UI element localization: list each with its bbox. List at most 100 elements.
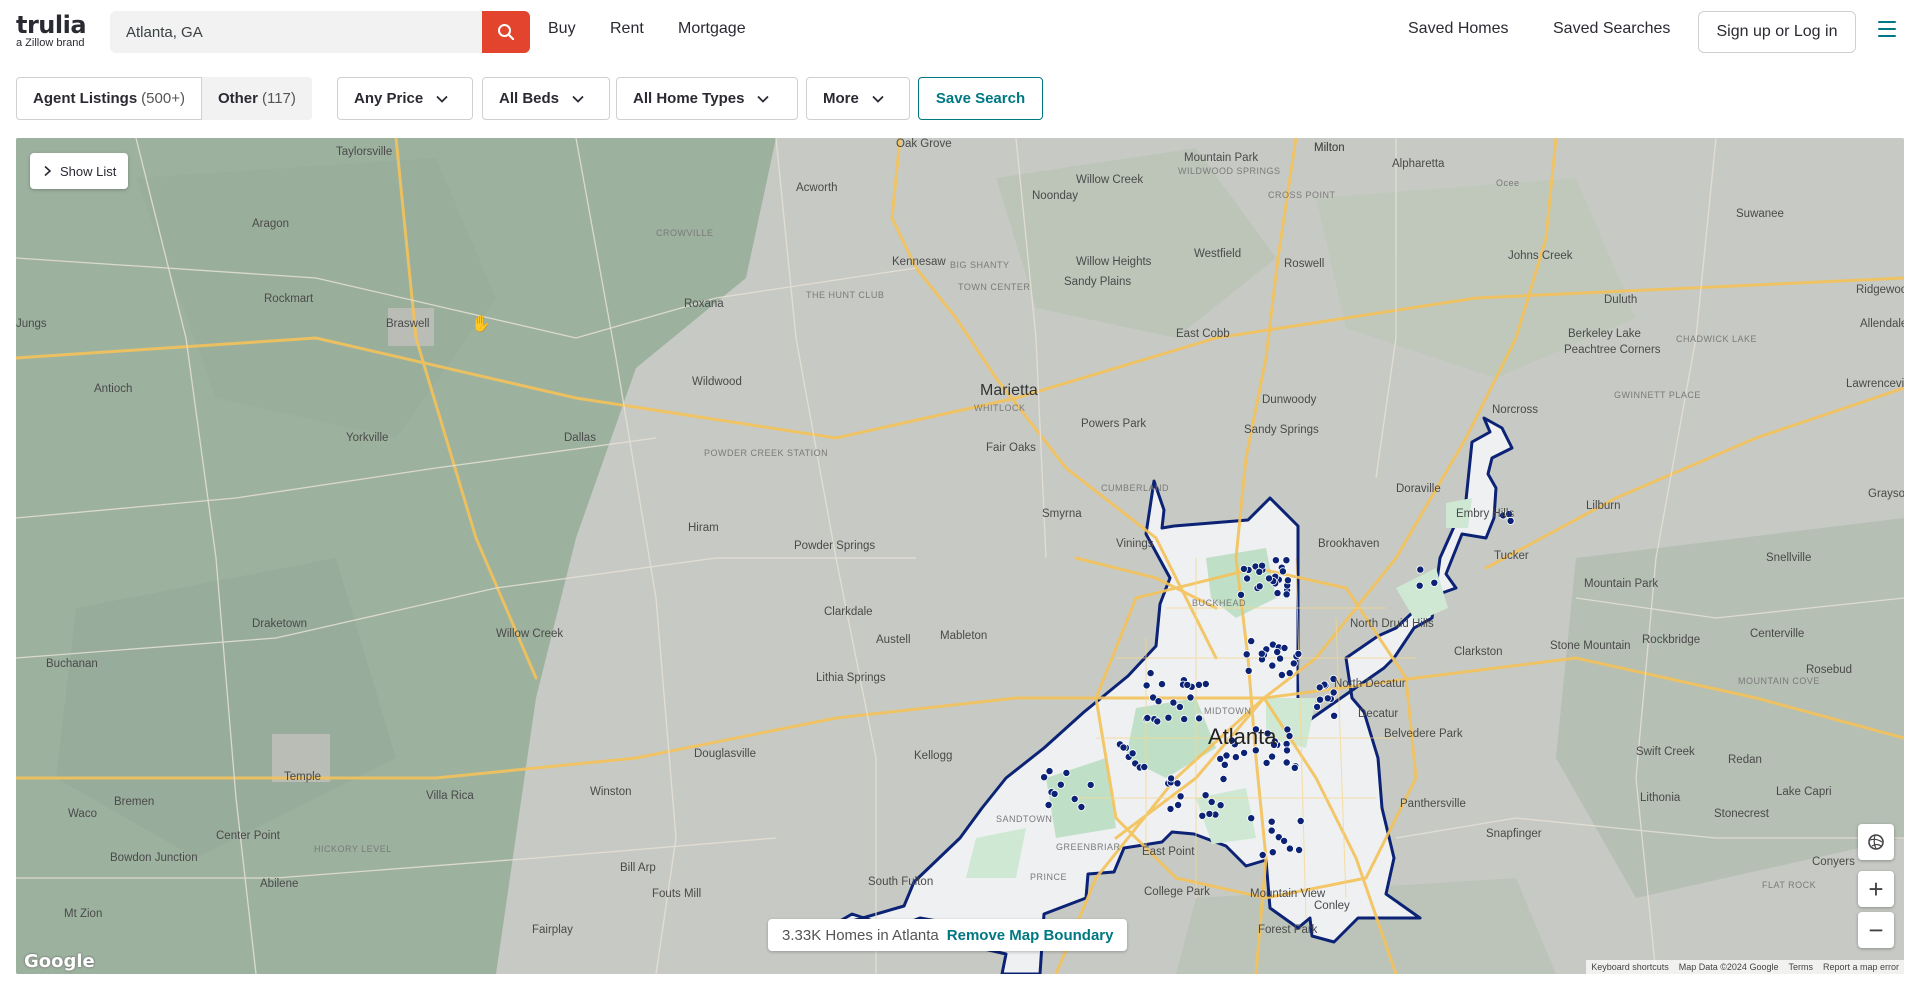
listing-pin[interactable]	[1276, 654, 1285, 663]
search-button[interactable]	[482, 11, 530, 53]
listing-pin[interactable]	[1247, 637, 1256, 646]
listing-pin[interactable]	[1282, 556, 1291, 565]
listing-pin[interactable]	[1268, 752, 1277, 761]
listing-pin[interactable]	[1282, 758, 1291, 767]
listing-pin[interactable]	[1201, 791, 1210, 800]
listing-pin[interactable]	[1194, 680, 1203, 689]
report-map-error-link[interactable]: Report a map error	[1818, 960, 1904, 974]
listing-pin[interactable]	[1244, 666, 1253, 675]
listing-pin[interactable]	[1219, 775, 1228, 784]
listing-pin[interactable]	[1282, 739, 1291, 748]
nav-buy[interactable]: Buy	[548, 20, 576, 38]
listing-pin[interactable]	[1267, 817, 1276, 826]
map-layers-button[interactable]	[1858, 824, 1894, 860]
listing-pin[interactable]	[1273, 589, 1282, 598]
hamburger-menu-icon[interactable]	[1878, 21, 1896, 43]
listing-pin[interactable]	[1153, 717, 1162, 726]
listing-pin[interactable]	[1154, 697, 1163, 706]
listing-pin[interactable]	[1416, 565, 1425, 574]
listing-pin[interactable]	[1255, 582, 1264, 591]
save-search-button[interactable]: Save Search	[918, 77, 1043, 120]
listing-pin[interactable]	[1258, 851, 1267, 860]
listing-pin[interactable]	[1240, 748, 1249, 757]
listing-pin[interactable]	[1220, 760, 1229, 769]
listing-pin[interactable]	[1176, 792, 1185, 801]
home-types-dropdown[interactable]: All Home Types	[616, 77, 798, 120]
listing-pin[interactable]	[1295, 846, 1304, 855]
listing-pin[interactable]	[1255, 567, 1264, 576]
listing-pin[interactable]	[1044, 801, 1053, 810]
listing-pin[interactable]	[1062, 768, 1071, 777]
listing-pin[interactable]	[1180, 715, 1189, 724]
listing-pin[interactable]	[1207, 798, 1216, 807]
listing-pin[interactable]	[1315, 683, 1324, 692]
listing-pin[interactable]	[1283, 725, 1292, 734]
listing-pin[interactable]	[1195, 714, 1204, 723]
listing-pin[interactable]	[1285, 669, 1294, 678]
listing-pin[interactable]	[1257, 649, 1266, 658]
trulia-logo[interactable]: trulia a Zillow brand	[16, 13, 96, 50]
listing-pin[interactable]	[1183, 680, 1192, 689]
listing-pin[interactable]	[1243, 574, 1252, 583]
listing-pin[interactable]	[1158, 680, 1167, 689]
listing-pin[interactable]	[1294, 649, 1303, 658]
listing-pin[interactable]	[1271, 556, 1280, 565]
listing-pin[interactable]	[1280, 836, 1289, 845]
listing-pin[interactable]	[1040, 773, 1049, 782]
listing-pin[interactable]	[1285, 844, 1294, 853]
saved-searches-link[interactable]: Saved Searches	[1553, 20, 1670, 38]
listing-pin[interactable]	[1142, 681, 1151, 690]
nav-mortgage[interactable]: Mortgage	[678, 20, 746, 38]
listing-pin[interactable]	[1174, 801, 1183, 810]
listing-pin[interactable]	[1285, 732, 1294, 741]
remove-map-boundary-button[interactable]: Remove Map Boundary	[947, 927, 1114, 944]
zoom-out-button[interactable]: −	[1858, 912, 1894, 948]
more-filters-dropdown[interactable]: More	[806, 77, 910, 120]
terms-link[interactable]: Terms	[1783, 960, 1818, 974]
listing-pin[interactable]	[1268, 848, 1277, 857]
listing-pin[interactable]	[1283, 746, 1292, 755]
listing-pin[interactable]	[1070, 795, 1079, 804]
listing-pin[interactable]	[1415, 581, 1424, 590]
listing-pin[interactable]	[1128, 749, 1137, 758]
listing-pin[interactable]	[1045, 767, 1054, 776]
show-list-button[interactable]: Show List	[30, 153, 129, 189]
zoom-in-button[interactable]: +	[1858, 871, 1894, 907]
listing-pin[interactable]	[1231, 753, 1240, 762]
search-input[interactable]	[110, 11, 482, 53]
listing-pin[interactable]	[1167, 774, 1176, 783]
agent-listings-tab[interactable]: Agent Listings (500+)	[16, 77, 202, 120]
listing-pin[interactable]	[1242, 650, 1251, 659]
listing-pin[interactable]	[1175, 703, 1184, 712]
listing-pin[interactable]	[1430, 578, 1439, 587]
listing-pin[interactable]	[1277, 671, 1286, 680]
listing-pin[interactable]	[1205, 809, 1214, 818]
listing-pin[interactable]	[1289, 659, 1298, 668]
other-listings-tab[interactable]: Other (117)	[201, 77, 312, 120]
listing-pin[interactable]	[1173, 779, 1182, 788]
listing-pin[interactable]	[1262, 758, 1271, 767]
listing-pin[interactable]	[1323, 694, 1332, 703]
listing-pin[interactable]	[1247, 814, 1256, 823]
saved-homes-link[interactable]: Saved Homes	[1408, 20, 1509, 38]
listing-pin[interactable]	[1216, 801, 1225, 810]
listing-pin[interactable]	[1186, 693, 1195, 702]
listing-pin[interactable]	[1166, 804, 1175, 813]
listing-pin[interactable]	[1316, 695, 1325, 704]
listing-pin[interactable]	[1265, 574, 1274, 583]
listing-pin[interactable]	[1313, 702, 1322, 711]
nav-rent[interactable]: Rent	[610, 20, 644, 38]
listing-pin[interactable]	[1239, 564, 1248, 573]
beds-dropdown[interactable]: All Beds	[482, 77, 610, 120]
listing-pin[interactable]	[1119, 743, 1128, 752]
listing-pin[interactable]	[1056, 780, 1065, 789]
listing-pin[interactable]	[1278, 567, 1287, 576]
listing-pin[interactable]	[1296, 817, 1305, 826]
listing-pin[interactable]	[1268, 661, 1277, 670]
listing-pin[interactable]	[1169, 698, 1178, 707]
listing-pin[interactable]	[1282, 590, 1291, 599]
listing-pin[interactable]	[1267, 826, 1276, 835]
listing-pin[interactable]	[1146, 669, 1155, 678]
price-dropdown[interactable]: Any Price	[337, 77, 473, 120]
listing-pin[interactable]	[1086, 780, 1095, 789]
